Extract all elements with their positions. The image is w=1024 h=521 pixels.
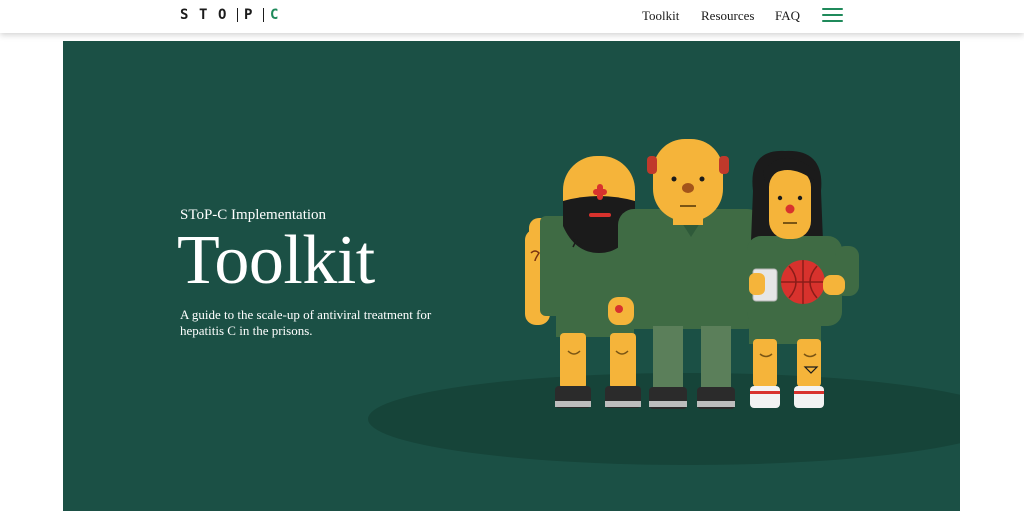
logo-letter-o: O [218, 7, 227, 23]
logo-letter-p: P [244, 7, 253, 23]
three-people-illustration [368, 139, 960, 465]
hero-banner: SToP-C Implementation Toolkit A guide to… [63, 41, 960, 511]
hamburger-menu-icon[interactable] [822, 8, 843, 22]
stop-c-logo[interactable]: S T O P C [180, 7, 289, 23]
woman-figure [747, 150, 859, 408]
logo-letter-s: S [180, 7, 189, 23]
nav-link-faq[interactable]: FAQ [775, 8, 800, 24]
nav-link-toolkit[interactable]: Toolkit [642, 8, 679, 24]
logo-letter-c: C [270, 7, 279, 23]
logo-divider [263, 8, 264, 22]
top-navigation-bar: S T O P C Toolkit Resources FAQ [0, 0, 1024, 33]
logo-divider [237, 8, 238, 22]
nav-link-resources[interactable]: Resources [701, 8, 754, 24]
logo-letter-t: T [199, 7, 208, 23]
